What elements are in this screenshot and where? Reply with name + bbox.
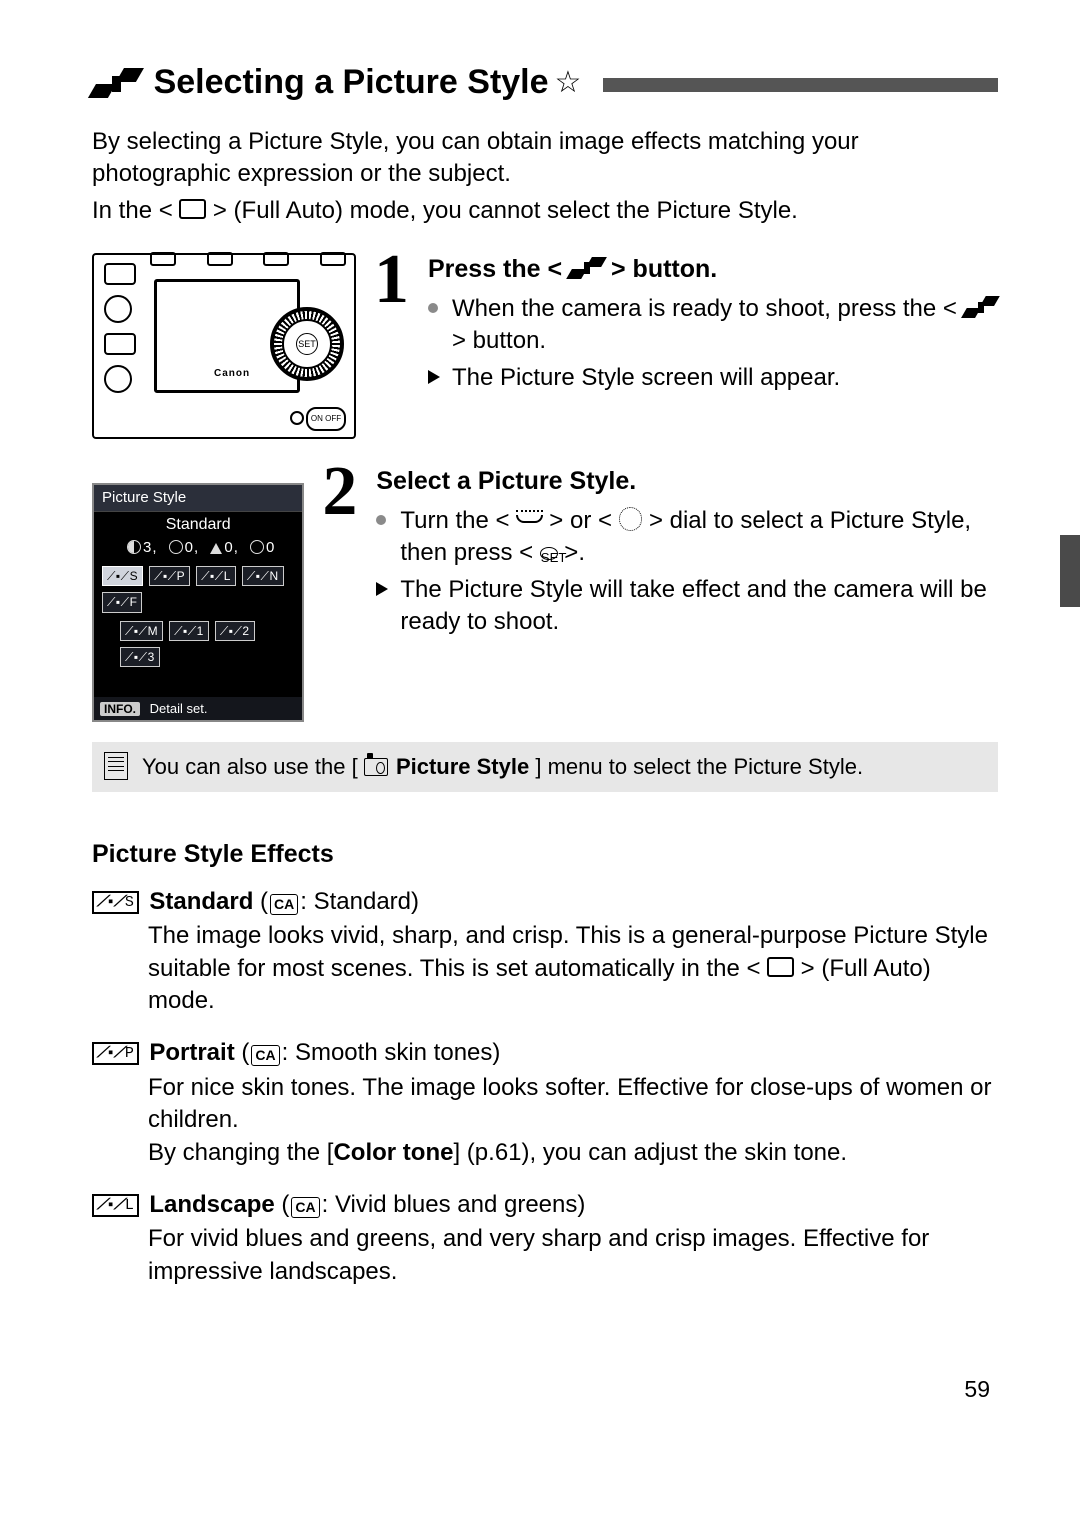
effect-name: Portrait <box>149 1039 234 1066</box>
effect-portrait: ⟋▪⟋P Portrait (CA: Smooth skin tones) Fo… <box>92 1037 998 1169</box>
effect-description: The image looks vivid, sharp, and crisp.… <box>148 920 998 1017</box>
page-edge-tab <box>1060 535 1080 607</box>
step1-result-1: The Picture Style screen will appear. <box>452 362 998 394</box>
intro-line-2: In the < > (Full Auto) mode, you cannot … <box>92 195 998 227</box>
step-2: Picture Style Standard 3, 0, 0, 0 ⟋▪⟋S ⟋… <box>92 465 998 722</box>
set-button-icon: SET <box>540 547 558 560</box>
bold-setting-name: Color tone <box>333 1139 453 1166</box>
effects-heading: Picture Style Effects <box>92 838 998 872</box>
effect-description: For nice skin tones. The image looks sof… <box>148 1072 998 1169</box>
result-arrow-icon <box>376 582 388 596</box>
lcd-title: Picture Style <box>94 485 302 512</box>
saturation-icon <box>210 543 222 554</box>
step2-bullet-1: Turn the < > or < > dial to select a Pic… <box>400 505 998 570</box>
full-auto-icon <box>767 957 794 977</box>
lcd-current-style: Standard <box>94 512 302 538</box>
camera-menu-icon <box>364 758 388 777</box>
power-switch-icon: ON OFF <box>306 407 346 431</box>
title-rule <box>603 78 998 92</box>
note-box: You can also use the [ Picture Style ] m… <box>92 742 998 792</box>
lcd-style-chips-row2: ⟋▪⟋M ⟋▪⟋1 ⟋▪⟋2 ⟋▪⟋3 <box>94 617 302 671</box>
page-number: 59 <box>964 1374 990 1405</box>
picture-style-icon <box>964 296 998 318</box>
lcd-footer-text: Detail set. <box>150 701 208 716</box>
intro-paragraphs: By selecting a Picture Style, you can ob… <box>92 126 998 227</box>
style-chip-icon: ⟋▪⟋S <box>92 891 139 914</box>
style-chip-landscape: ⟋▪⟋L <box>196 566 236 586</box>
step2-heading: Select a Picture Style. <box>376 465 998 499</box>
style-chip-faithful: ⟋▪⟋F <box>102 592 142 612</box>
lcd-screenshot: Picture Style Standard 3, 0, 0, 0 ⟋▪⟋S ⟋… <box>92 483 304 722</box>
title-text: Selecting a Picture Style <box>154 60 549 106</box>
style-chip-standard: ⟋▪⟋S <box>102 566 143 586</box>
lcd-params: 3, 0, 0, 0 <box>94 538 302 562</box>
style-chip-user2: ⟋▪⟋2 <box>215 621 255 641</box>
star-icon: ☆ <box>555 63 582 104</box>
step-number-1: 1 <box>374 233 409 328</box>
contrast-icon <box>169 540 183 554</box>
step-1: Canon SET ON OFF 1 Press the < > button.… <box>92 253 998 439</box>
step1-bullet-1: When the camera is ready to shoot, press… <box>452 293 998 358</box>
effect-name: Landscape <box>149 1191 274 1218</box>
effect-landscape: ⟋▪⟋L Landscape (CA: Vivid blues and gree… <box>92 1189 998 1288</box>
lcd-footer: INFO. Detail set. <box>94 697 302 721</box>
style-chip-neutral: ⟋▪⟋N <box>242 566 284 586</box>
style-chip-icon: ⟋▪⟋L <box>92 1194 139 1217</box>
style-chip-monochrome: ⟋▪⟋M <box>120 621 163 641</box>
picture-style-icon <box>569 257 604 280</box>
step-number-2: 2 <box>322 445 357 540</box>
brand-label: Canon <box>214 367 250 381</box>
result-arrow-icon <box>428 370 440 384</box>
info-badge: INFO. <box>100 702 140 716</box>
bullet-icon <box>428 303 438 313</box>
intro-line-1: By selecting a Picture Style, you can ob… <box>92 126 998 191</box>
step2-result-1: The Picture Style will take effect and t… <box>400 574 998 639</box>
lcd-style-chips-row1: ⟋▪⟋S ⟋▪⟋P ⟋▪⟋L ⟋▪⟋N ⟋▪⟋F <box>94 562 302 616</box>
ca-badge-icon: CA <box>251 1045 279 1066</box>
picture-style-icon <box>92 68 140 99</box>
quick-control-dial-icon: SET <box>270 307 344 381</box>
effect-name: Standard <box>149 888 253 915</box>
style-chip-user3: ⟋▪⟋3 <box>120 647 160 667</box>
effect-ca-label: Smooth skin tones <box>295 1039 492 1066</box>
sharpness-icon <box>127 540 141 554</box>
step1-heading: Press the < > button. <box>428 253 998 287</box>
effect-ca-label: Standard <box>314 888 411 915</box>
full-auto-icon <box>179 199 206 219</box>
bullet-icon <box>376 515 386 525</box>
ca-badge-icon: CA <box>270 894 298 915</box>
effect-ca-label: Vivid blues and greens <box>335 1191 577 1218</box>
camera-back-illustration: Canon SET ON OFF <box>92 253 356 439</box>
section-title: Selecting a Picture Style ☆ <box>92 60 998 106</box>
ca-badge-icon: CA <box>291 1197 319 1218</box>
effect-standard: ⟋▪⟋S Standard (CA: Standard) The image l… <box>92 886 998 1018</box>
quick-control-dial-icon <box>619 507 643 531</box>
main-dial-icon <box>516 510 542 529</box>
note-text: You can also use the [ Picture Style ] m… <box>142 752 863 782</box>
style-chip-icon: ⟋▪⟋P <box>92 1042 139 1065</box>
style-chip-portrait: ⟋▪⟋P <box>149 566 190 586</box>
note-icon <box>104 752 128 780</box>
effect-description: For vivid blues and greens, and very sha… <box>148 1223 998 1288</box>
colortone-icon <box>250 540 264 554</box>
style-chip-user1: ⟋▪⟋1 <box>169 621 209 641</box>
